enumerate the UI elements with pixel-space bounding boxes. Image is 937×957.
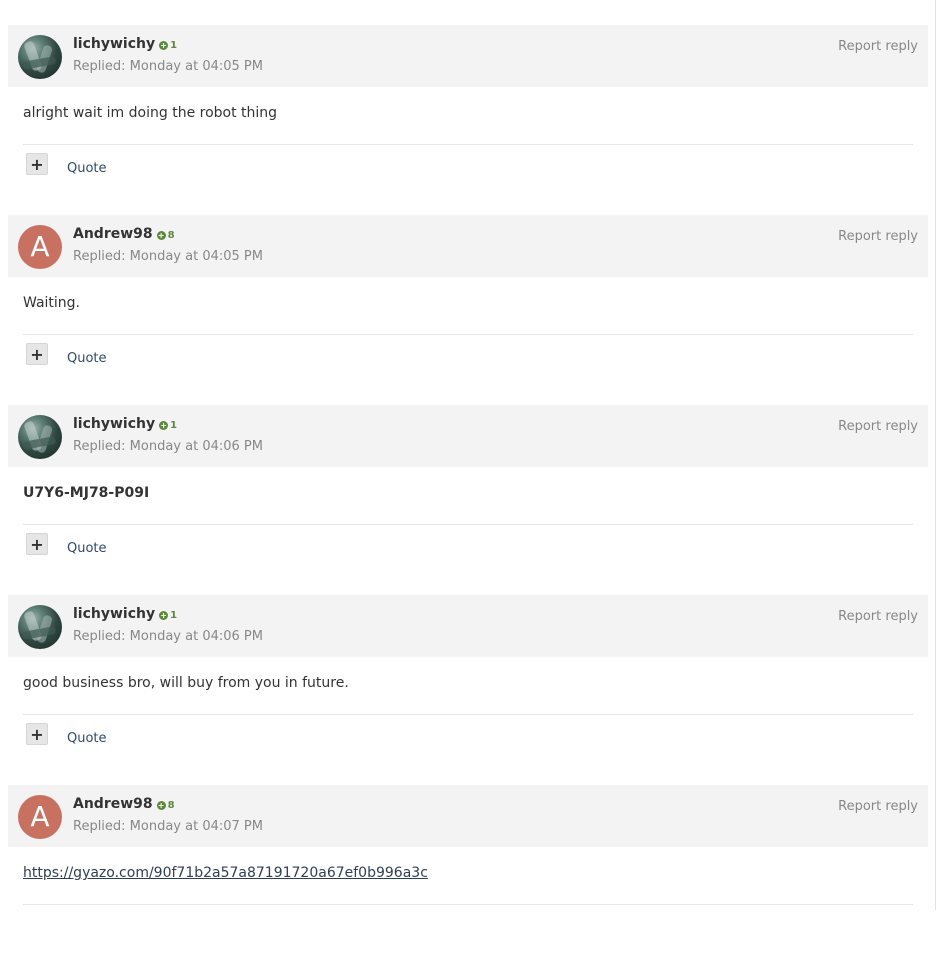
reply-content: alright wait im doing the robot thing <box>23 105 278 121</box>
reply-timestamp: Replied: Monday at 04:05 PM <box>73 59 263 74</box>
author-info: lichywichy +1 <box>73 36 177 52</box>
author-info: lichywichy +1 <box>73 416 177 432</box>
author-name[interactable]: Andrew98 <box>73 226 153 242</box>
reply-body: Waiting. + Quote <box>8 277 928 387</box>
reputation-badge: +1 <box>159 420 177 431</box>
reply-timestamp: Replied: Monday at 04:07 PM <box>73 819 263 834</box>
multiquote-plus-button[interactable]: + <box>26 153 48 175</box>
reputation-count: 8 <box>167 800 175 811</box>
plus-circle-icon: + <box>159 421 169 430</box>
divider <box>23 714 913 715</box>
reply-header: lichywichy +1 Replied: Monday at 04:06 PM… <box>8 405 928 467</box>
reply-content: Waiting. <box>23 295 81 311</box>
reply-post: lichywichy +1 Replied: Monday at 04:05 PM… <box>8 25 928 197</box>
multiquote-plus-button[interactable]: + <box>26 533 48 555</box>
author-name[interactable]: Andrew98 <box>73 796 153 812</box>
author-name[interactable]: lichywichy <box>73 416 155 432</box>
avatar[interactable]: A <box>18 225 62 269</box>
author-name[interactable]: lichywichy <box>73 606 155 622</box>
divider <box>23 334 913 335</box>
reply-header: A Andrew98 +8 Replied: Monday at 04:07 PM… <box>8 785 928 847</box>
avatar[interactable] <box>18 35 62 79</box>
reputation-count: 1 <box>170 610 178 621</box>
multiquote-plus-button[interactable]: + <box>26 343 48 365</box>
reply-body: https://gyazo.com/90f71b2a57a87191720a67… <box>8 847 928 957</box>
reply-content: good business bro, will buy from you in … <box>23 675 349 691</box>
reply-link[interactable]: https://gyazo.com/90f71b2a57a87191720a67… <box>23 865 428 881</box>
reply-timestamp: Replied: Monday at 04:06 PM <box>73 629 263 644</box>
plus-circle-icon: + <box>159 611 169 620</box>
report-reply-link[interactable]: Report reply <box>838 419 918 434</box>
reputation-badge: +1 <box>159 610 177 621</box>
reply-content: U7Y6-MJ78-P09I <box>23 485 150 501</box>
divider <box>23 524 913 525</box>
plus-circle-icon: + <box>156 231 166 240</box>
reputation-badge: +8 <box>156 800 175 811</box>
author-info: lichywichy +1 <box>73 606 177 622</box>
page-border <box>935 0 936 910</box>
reply-body: alright wait im doing the robot thing + … <box>8 87 928 197</box>
reputation-badge: +8 <box>156 230 175 241</box>
avatar[interactable] <box>18 605 62 649</box>
divider <box>23 904 913 905</box>
reply-timestamp: Replied: Monday at 04:05 PM <box>73 249 263 264</box>
quote-button[interactable]: Quote <box>67 351 107 366</box>
reputation-count: 1 <box>170 420 178 431</box>
quote-button[interactable]: Quote <box>67 731 107 746</box>
reply-body: good business bro, will buy from you in … <box>8 657 928 767</box>
plus-circle-icon: + <box>156 801 166 810</box>
reply-header: A Andrew98 +8 Replied: Monday at 04:05 PM… <box>8 215 928 277</box>
reply-post: A Andrew98 +8 Replied: Monday at 04:07 PM… <box>8 785 928 957</box>
reply-post: lichywichy +1 Replied: Monday at 04:06 PM… <box>8 405 928 577</box>
plus-circle-icon: + <box>159 41 169 50</box>
reputation-count: 8 <box>167 230 175 241</box>
author-info: Andrew98 +8 <box>73 796 175 812</box>
avatar[interactable]: A <box>18 795 62 839</box>
author-name[interactable]: lichywichy <box>73 36 155 52</box>
author-info: Andrew98 +8 <box>73 226 175 242</box>
reply-post: A Andrew98 +8 Replied: Monday at 04:05 PM… <box>8 215 928 387</box>
quote-button[interactable]: Quote <box>67 161 107 176</box>
report-reply-link[interactable]: Report reply <box>838 609 918 624</box>
reputation-badge: +1 <box>159 40 177 51</box>
divider <box>23 144 913 145</box>
report-reply-link[interactable]: Report reply <box>838 799 918 814</box>
page-top <box>0 0 937 6</box>
reputation-count: 1 <box>170 40 178 51</box>
reply-header: lichywichy +1 Replied: Monday at 04:05 PM… <box>8 25 928 87</box>
quote-button[interactable]: Quote <box>67 541 107 556</box>
report-reply-link[interactable]: Report reply <box>838 229 918 244</box>
report-reply-link[interactable]: Report reply <box>838 39 918 54</box>
avatar[interactable] <box>18 415 62 459</box>
reply-post: lichywichy +1 Replied: Monday at 04:06 PM… <box>8 595 928 767</box>
multiquote-plus-button[interactable]: + <box>26 723 48 745</box>
reply-timestamp: Replied: Monday at 04:06 PM <box>73 439 263 454</box>
reply-body: U7Y6-MJ78-P09I + Quote <box>8 467 928 577</box>
reply-header: lichywichy +1 Replied: Monday at 04:06 PM… <box>8 595 928 657</box>
